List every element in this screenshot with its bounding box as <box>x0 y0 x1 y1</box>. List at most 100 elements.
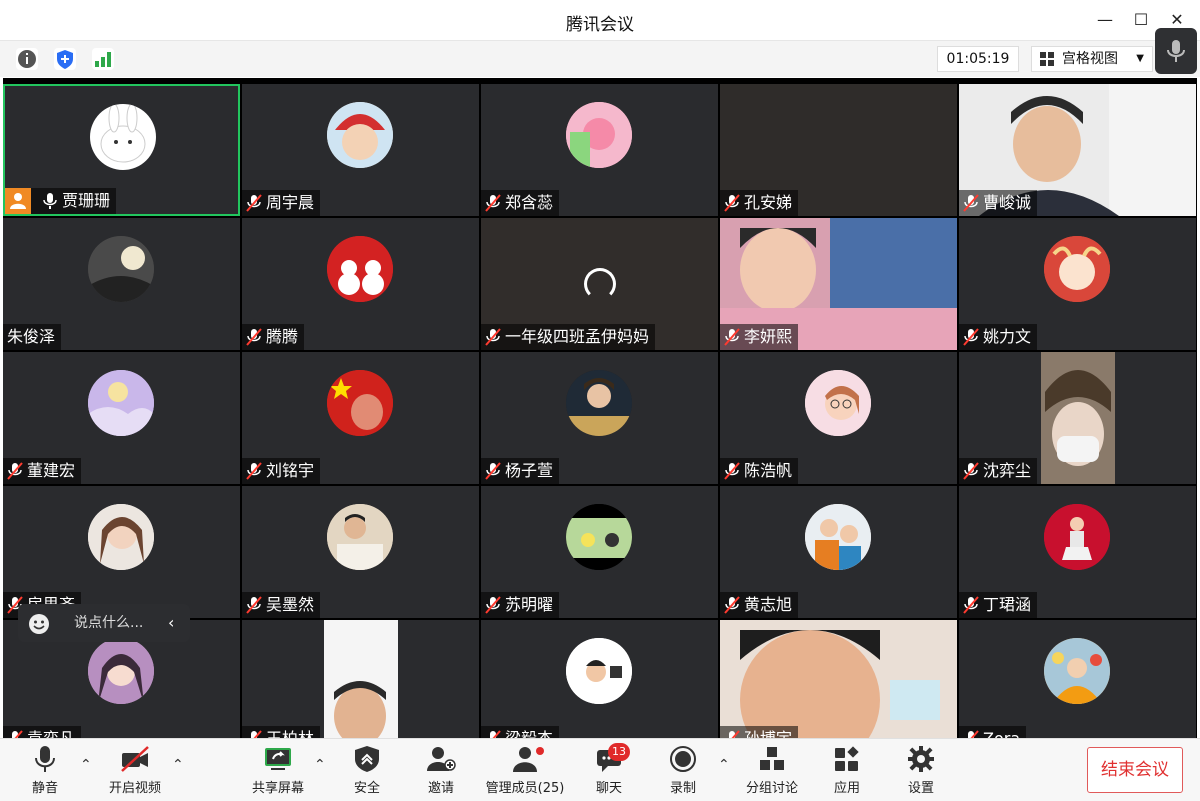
title-bar: 腾讯会议 — ☐ ✕ <box>0 0 1200 40</box>
end-meeting-button[interactable]: 结束会议 <box>1087 747 1183 793</box>
mic-muted-icon <box>724 596 740 614</box>
camera-off-icon <box>121 746 149 772</box>
record-icon <box>670 746 696 772</box>
emoji-icon[interactable] <box>28 612 50 634</box>
participant-tile[interactable]: 杨子萱 <box>481 352 718 484</box>
breakout-rooms-button[interactable]: 分组讨论 <box>742 745 802 796</box>
avatar <box>1044 638 1110 704</box>
settings-button[interactable]: 设置 <box>898 745 944 796</box>
mic-muted-icon <box>246 328 262 346</box>
chat-unread-badge: 13 <box>608 743 630 761</box>
manage-members-button[interactable]: 管理成员(25) <box>484 745 566 796</box>
view-mode-selector[interactable]: 宫格视图 ▼ <box>1031 46 1153 72</box>
avatar <box>566 638 632 704</box>
participant-tile[interactable]: 李妍熙 <box>720 218 957 350</box>
chevron-up-icon[interactable]: ⌃ <box>172 757 184 773</box>
share-screen-button[interactable]: 共享屏幕 <box>248 745 308 796</box>
participant-tile[interactable]: 吴墨然 <box>242 486 479 618</box>
mute-button[interactable]: 静音 <box>22 745 68 796</box>
participant-name-tag: 沈弈尘 <box>959 458 1038 484</box>
participant-name-tag: 郑含蕊 <box>481 190 560 216</box>
participant-tile[interactable]: 孙博宇 <box>720 620 957 738</box>
invite-button[interactable]: 邀请 <box>418 745 464 796</box>
participant-name-tag: 曹峻诚 <box>959 190 1038 216</box>
participant-tile[interactable]: 董建宏 <box>3 352 240 484</box>
loading-spinner-icon <box>584 268 616 300</box>
participant-name-tag: 董建宏 <box>3 458 82 484</box>
mic-muted-icon <box>485 328 501 346</box>
meeting-timer: 01:05:19 <box>937 46 1019 72</box>
mic-muted-icon <box>246 462 262 480</box>
record-button[interactable]: 录制 <box>660 745 706 796</box>
avatar <box>327 370 393 436</box>
shield-icon[interactable] <box>54 48 76 70</box>
chat-input[interactable]: 说点什么... <box>74 604 143 642</box>
mic-muted-icon <box>963 328 979 346</box>
apps-button[interactable]: 应用 <box>824 745 870 796</box>
mic-muted-icon <box>485 596 501 614</box>
mic-muted-icon <box>246 596 262 614</box>
participant-tile[interactable]: 刘铭宇 <box>242 352 479 484</box>
chevron-left-icon[interactable]: ‹ <box>168 604 174 642</box>
participant-tile[interactable]: 沈弈尘 <box>959 352 1196 484</box>
participant-tile[interactable]: 孔安娣 <box>720 84 957 216</box>
notification-dot <box>536 747 544 755</box>
mic-muted-icon <box>963 194 979 212</box>
participant-tile[interactable]: 周宇晨 <box>242 84 479 216</box>
mic-muted-icon <box>726 730 740 738</box>
avatar <box>88 370 154 436</box>
participant-tile[interactable]: 一年级四班孟伊妈妈 <box>481 218 718 350</box>
info-icon[interactable] <box>16 48 38 70</box>
mic-muted-icon <box>724 462 740 480</box>
participant-tile[interactable]: 贾珊珊 <box>3 84 240 216</box>
participant-tile[interactable]: 曹峻诚 <box>959 84 1196 216</box>
mic-muted-icon <box>246 194 262 212</box>
grid-view-icon <box>1040 52 1054 66</box>
participant-name-tag: 王柏林 <box>242 726 321 738</box>
participant-tile[interactable]: 朱俊泽 <box>3 218 240 350</box>
participant-tile[interactable]: 房思齐 <box>3 486 240 618</box>
avatar <box>90 104 156 170</box>
mic-muted-icon <box>7 462 23 480</box>
participant-tile[interactable]: 陈浩帆 <box>720 352 957 484</box>
participant-tile[interactable]: Zora <box>959 620 1196 738</box>
participant-tile[interactable]: 姚力文 <box>959 218 1196 350</box>
maximize-icon[interactable]: ☐ <box>1129 8 1153 32</box>
avatar <box>327 504 393 570</box>
participant-tile[interactable]: 腾腾 <box>242 218 479 350</box>
chat-button[interactable]: 13 聊天 <box>586 743 632 796</box>
signal-icon[interactable] <box>92 48 114 70</box>
avatar <box>1044 504 1110 570</box>
participant-tile[interactable]: 郑含蕊 <box>481 84 718 216</box>
participant-name-tag: 姚力文 <box>959 324 1038 350</box>
participant-name-tag: 孙博宇 <box>720 726 799 738</box>
participant-name-tag: 陈浩帆 <box>720 458 799 484</box>
avatar <box>805 504 871 570</box>
participant-tile[interactable]: 梁毅杰 <box>481 620 718 738</box>
breakout-rooms-icon <box>760 747 784 770</box>
chevron-up-icon[interactable]: ⌃ <box>718 757 730 773</box>
participant-video <box>324 620 398 738</box>
chevron-up-icon[interactable]: ⌃ <box>314 757 326 773</box>
add-user-icon <box>427 747 456 771</box>
participant-tile[interactable]: 王柏林 <box>242 620 479 738</box>
mic-muted-icon <box>9 730 23 738</box>
participant-tile[interactable]: 黄志旭 <box>720 486 957 618</box>
participant-name-tag: 腾腾 <box>242 324 305 350</box>
security-button[interactable]: 安全 <box>344 745 390 796</box>
participant-name-tag: Zora <box>959 726 1027 738</box>
participant-tile[interactable]: 苏明曜 <box>481 486 718 618</box>
avatar <box>566 504 632 570</box>
start-video-button[interactable]: 开启视频 <box>104 745 166 796</box>
participant-name-tag: 一年级四班孟伊妈妈 <box>481 324 656 350</box>
minimize-icon[interactable]: — <box>1093 8 1117 32</box>
avatar <box>327 236 393 302</box>
participant-name-tag: 周宇晨 <box>242 190 321 216</box>
floating-mic-button[interactable] <box>1155 28 1197 74</box>
microphone-icon <box>1167 40 1185 62</box>
participant-tile[interactable]: 丁珺涵 <box>959 486 1196 618</box>
avatar <box>327 102 393 168</box>
view-mode-label: 宫格视图 <box>1062 51 1118 67</box>
quick-chat-bar[interactable]: 说点什么... ‹ <box>18 604 190 642</box>
chevron-up-icon[interactable]: ⌃ <box>80 757 92 773</box>
